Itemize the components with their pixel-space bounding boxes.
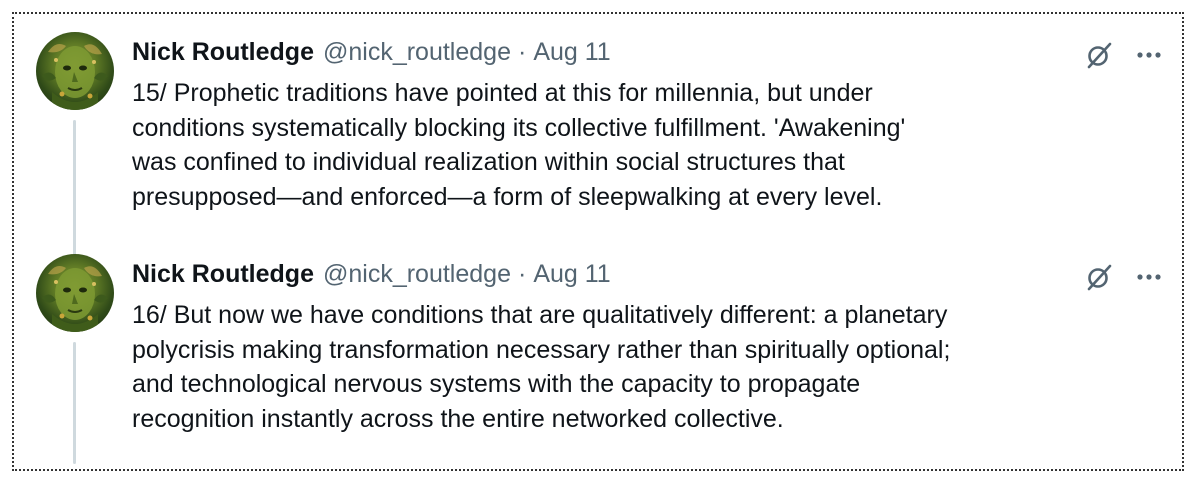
thread-connector-line xyxy=(73,342,76,464)
header-separator: · xyxy=(517,260,527,288)
grok-icon[interactable] xyxy=(1084,262,1114,292)
tweet-text-line: conditions systematically blocking its c… xyxy=(132,113,906,142)
tweet-text: 15/ Prophetic traditions have pointed at… xyxy=(132,76,1172,214)
tweet-text-line: 15/ Prophetic traditions have pointed at… xyxy=(132,79,873,107)
avatar-face-icon xyxy=(42,44,108,110)
author-handle[interactable]: @nick_routledge xyxy=(323,260,511,289)
author-handle[interactable]: @nick_routledge xyxy=(323,38,511,67)
author-name[interactable]: Nick Routledge xyxy=(132,38,314,67)
tweet-actions xyxy=(1084,262,1164,292)
author-name[interactable]: Nick Routledge xyxy=(132,260,314,289)
tweet-text-line: and technological nervous systems with t… xyxy=(132,370,861,398)
grok-icon[interactable] xyxy=(1084,40,1114,70)
thread-connector-line xyxy=(73,120,76,256)
tweet-date[interactable]: Aug 11 xyxy=(533,260,610,289)
author-avatar[interactable] xyxy=(36,254,114,332)
header-separator: · xyxy=(517,38,527,66)
tweet-header: Nick Routledge @nick_routledge · Aug 11 xyxy=(132,260,611,294)
tweet-text-line: was confined to individual realization w… xyxy=(132,148,845,176)
tweet-text-line: 16/ But now we have conditions that are … xyxy=(132,301,948,329)
tweet-text-line: polycrisis making transformation necessa… xyxy=(132,335,951,364)
screenshot-frame: Nick Routledge @nick_routledge · Aug 11 … xyxy=(12,12,1184,471)
tweet-text-line: presupposed—and enforced—a form of sleep… xyxy=(132,182,883,211)
tweet-header: Nick Routledge @nick_routledge · Aug 11 xyxy=(132,38,611,72)
tweet-actions xyxy=(1084,40,1164,70)
tweet-text-line: recognition instantly across the entire … xyxy=(132,404,784,433)
tweet-thread: Nick Routledge @nick_routledge · Aug 11 … xyxy=(14,14,1182,469)
author-avatar[interactable] xyxy=(36,32,114,110)
avatar-face-icon xyxy=(42,266,108,332)
tweet-text: 16/ But now we have conditions that are … xyxy=(132,298,1172,436)
more-options-icon[interactable] xyxy=(1134,40,1164,70)
more-options-icon[interactable] xyxy=(1134,262,1164,292)
tweet-date[interactable]: Aug 11 xyxy=(533,38,610,67)
